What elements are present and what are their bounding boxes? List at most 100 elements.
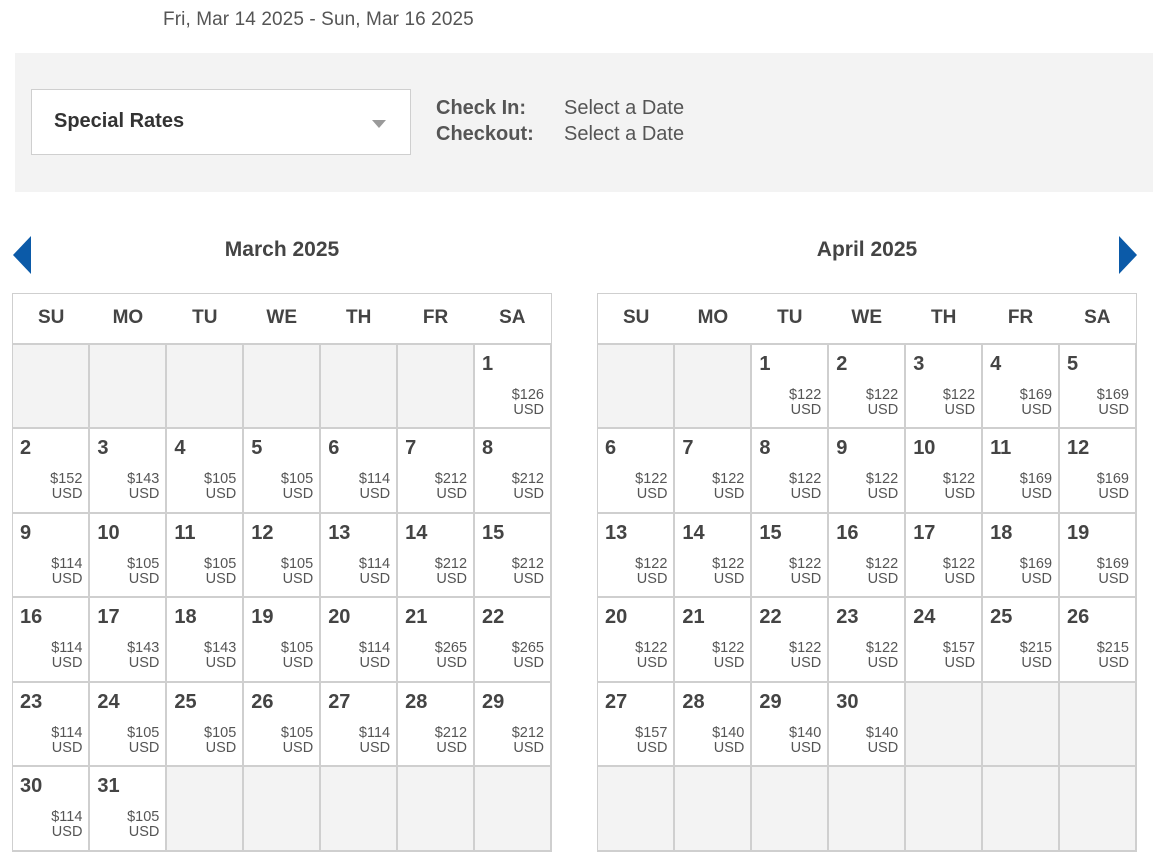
rate-currency: USD: [513, 401, 544, 418]
day-cell[interactable]: 9 $122 USD: [827, 427, 907, 514]
weekday-header: TU: [751, 293, 829, 345]
day-cell[interactable]: 4 $105 USD: [165, 427, 245, 514]
empty-day-cell: [981, 765, 1061, 852]
day-cell[interactable]: 13 $122 USD: [597, 512, 676, 598]
rate-currency: USD: [713, 486, 745, 502]
day-cell[interactable]: 19 $169 USD: [1058, 512, 1137, 598]
day-cell[interactable]: 31 $105 USD: [88, 765, 168, 852]
rate-amount: $105: [280, 640, 314, 656]
day-cell[interactable]: 14 $212 USD: [396, 512, 476, 598]
rate-currency: USD: [51, 570, 83, 587]
day-cell[interactable]: 8 $122 USD: [750, 427, 830, 514]
day-number: 10: [913, 437, 936, 459]
day-cell[interactable]: 17 $143 USD: [88, 596, 168, 683]
day-cell[interactable]: 27 $114 USD: [319, 681, 399, 767]
day-cell[interactable]: 19 $105 USD: [242, 596, 322, 683]
day-cell[interactable]: 21 $265 USD: [396, 596, 476, 683]
day-cell[interactable]: 6 $122 USD: [597, 427, 676, 514]
day-cell[interactable]: 11 $105 USD: [165, 512, 245, 598]
day-cell[interactable]: 17 $122 USD: [904, 512, 984, 598]
rate-amount: $265: [511, 640, 544, 656]
day-cell[interactable]: 15 $212 USD: [473, 512, 552, 598]
day-cell[interactable]: 16 $122 USD: [827, 512, 907, 598]
day-cell[interactable]: 22 $122 USD: [750, 596, 830, 683]
rate-currency: USD: [128, 570, 160, 587]
day-number: 18: [990, 521, 1013, 544]
day-cell[interactable]: 30 $114 USD: [12, 765, 91, 852]
day-rate: $105 USD: [204, 555, 237, 587]
day-cell[interactable]: 29 $140 USD: [750, 681, 830, 767]
calendar-week-row: 1 $122 USD 2 $122 USD 3 $122 USD 4 $169 USD 5 $169 USD: [597, 343, 1137, 429]
rate-amount: $114: [51, 640, 83, 656]
day-number: 21: [682, 606, 705, 628]
rate-currency: USD: [867, 655, 899, 671]
rate-amount: $122: [865, 555, 899, 572]
rate-currency: USD: [513, 655, 544, 671]
day-cell[interactable]: 2 $152 USD: [12, 427, 91, 514]
day-cell[interactable]: 23 $114 USD: [12, 681, 91, 767]
rate-currency: USD: [867, 401, 899, 418]
day-cell[interactable]: 29 $212 USD: [473, 681, 552, 767]
empty-day-cell: [396, 765, 476, 852]
day-rate: $169 USD: [1097, 387, 1129, 418]
checkout-value: Select a Date: [564, 123, 685, 145]
calendar-month-april: April 2025 SU MO TU WE TH FR SA 1 $122 USD 2 $122 U…: [597, 238, 1137, 852]
day-cell[interactable]: 18 $169 USD: [981, 512, 1061, 598]
rate-currency: USD: [513, 739, 544, 756]
day-cell[interactable]: 15 $122 USD: [750, 512, 830, 598]
day-cell[interactable]: 26 $215 USD: [1058, 596, 1137, 683]
day-rate: $212 USD: [435, 725, 467, 756]
rate-currency: USD: [128, 655, 160, 671]
day-cell[interactable]: 25 $105 USD: [165, 681, 245, 767]
day-cell[interactable]: 24 $157 USD: [904, 596, 984, 683]
day-cell[interactable]: 27 $157 USD: [597, 681, 676, 767]
day-cell[interactable]: 24 $105 USD: [88, 681, 168, 767]
day-number: 2: [836, 352, 848, 375]
day-cell[interactable]: 13 $114 USD: [319, 512, 399, 598]
calendar-grid: SU MO TU WE TH FR SA 1 $122 USD 2 $122 USD 3 $122 USD 4…: [597, 293, 1137, 852]
day-number: 17: [913, 521, 936, 544]
day-cell[interactable]: 12 $105 USD: [242, 512, 322, 598]
day-cell[interactable]: 6 $114 USD: [319, 427, 399, 514]
day-cell[interactable]: 3 $122 USD: [904, 343, 984, 429]
day-number: 23: [836, 606, 859, 628]
day-cell[interactable]: 8 $212 USD: [473, 427, 552, 514]
day-number: 29: [759, 690, 782, 713]
day-rate: $105 USD: [204, 472, 236, 502]
day-cell[interactable]: 7 $122 USD: [673, 427, 753, 514]
day-cell[interactable]: 7 $212 USD: [396, 427, 476, 514]
day-cell[interactable]: 20 $114 USD: [319, 596, 399, 683]
day-cell[interactable]: 1 $126 USD: [473, 343, 552, 429]
day-cell[interactable]: 28 $140 USD: [673, 681, 753, 767]
day-cell[interactable]: 30 $140 USD: [827, 681, 907, 767]
day-cell[interactable]: 10 $105 USD: [88, 512, 168, 598]
empty-day-cell: [1058, 681, 1137, 767]
day-cell[interactable]: 2 $122 USD: [827, 343, 907, 429]
day-cell[interactable]: 9 $114 USD: [12, 512, 91, 598]
rate-amount: $105: [204, 555, 237, 572]
day-cell[interactable]: 4 $169 USD: [981, 343, 1061, 429]
day-cell[interactable]: 25 $215 USD: [981, 596, 1061, 683]
day-cell[interactable]: 5 $169 USD: [1058, 343, 1137, 429]
day-cell[interactable]: 14 $122 USD: [673, 512, 753, 598]
rate-type-dropdown[interactable]: Special Rates: [31, 89, 411, 155]
day-cell[interactable]: 12 $169 USD: [1058, 427, 1137, 514]
day-cell[interactable]: 23 $122 USD: [827, 596, 907, 683]
day-cell[interactable]: 10 $122 USD: [904, 427, 984, 514]
day-cell[interactable]: 1 $122 USD: [750, 343, 830, 429]
day-number: 24: [97, 690, 120, 713]
rate-currency: USD: [436, 570, 468, 587]
day-cell[interactable]: 26 $105 USD: [242, 681, 322, 767]
rate-amount: $114: [51, 555, 83, 572]
day-cell[interactable]: 5 $105 USD: [242, 427, 322, 514]
day-rate: $122 USD: [635, 472, 667, 502]
day-cell[interactable]: 22 $265 USD: [473, 596, 552, 683]
day-cell[interactable]: 20 $122 USD: [597, 596, 676, 683]
day-cell[interactable]: 11 $169 USD: [981, 427, 1061, 514]
rate-amount: $265: [434, 640, 468, 656]
day-cell[interactable]: 28 $212 USD: [396, 681, 476, 767]
day-cell[interactable]: 21 $122 USD: [673, 596, 753, 683]
day-cell[interactable]: 18 $143 USD: [165, 596, 245, 683]
day-cell[interactable]: 3 $143 USD: [88, 427, 168, 514]
day-cell[interactable]: 16 $114 USD: [12, 596, 91, 683]
